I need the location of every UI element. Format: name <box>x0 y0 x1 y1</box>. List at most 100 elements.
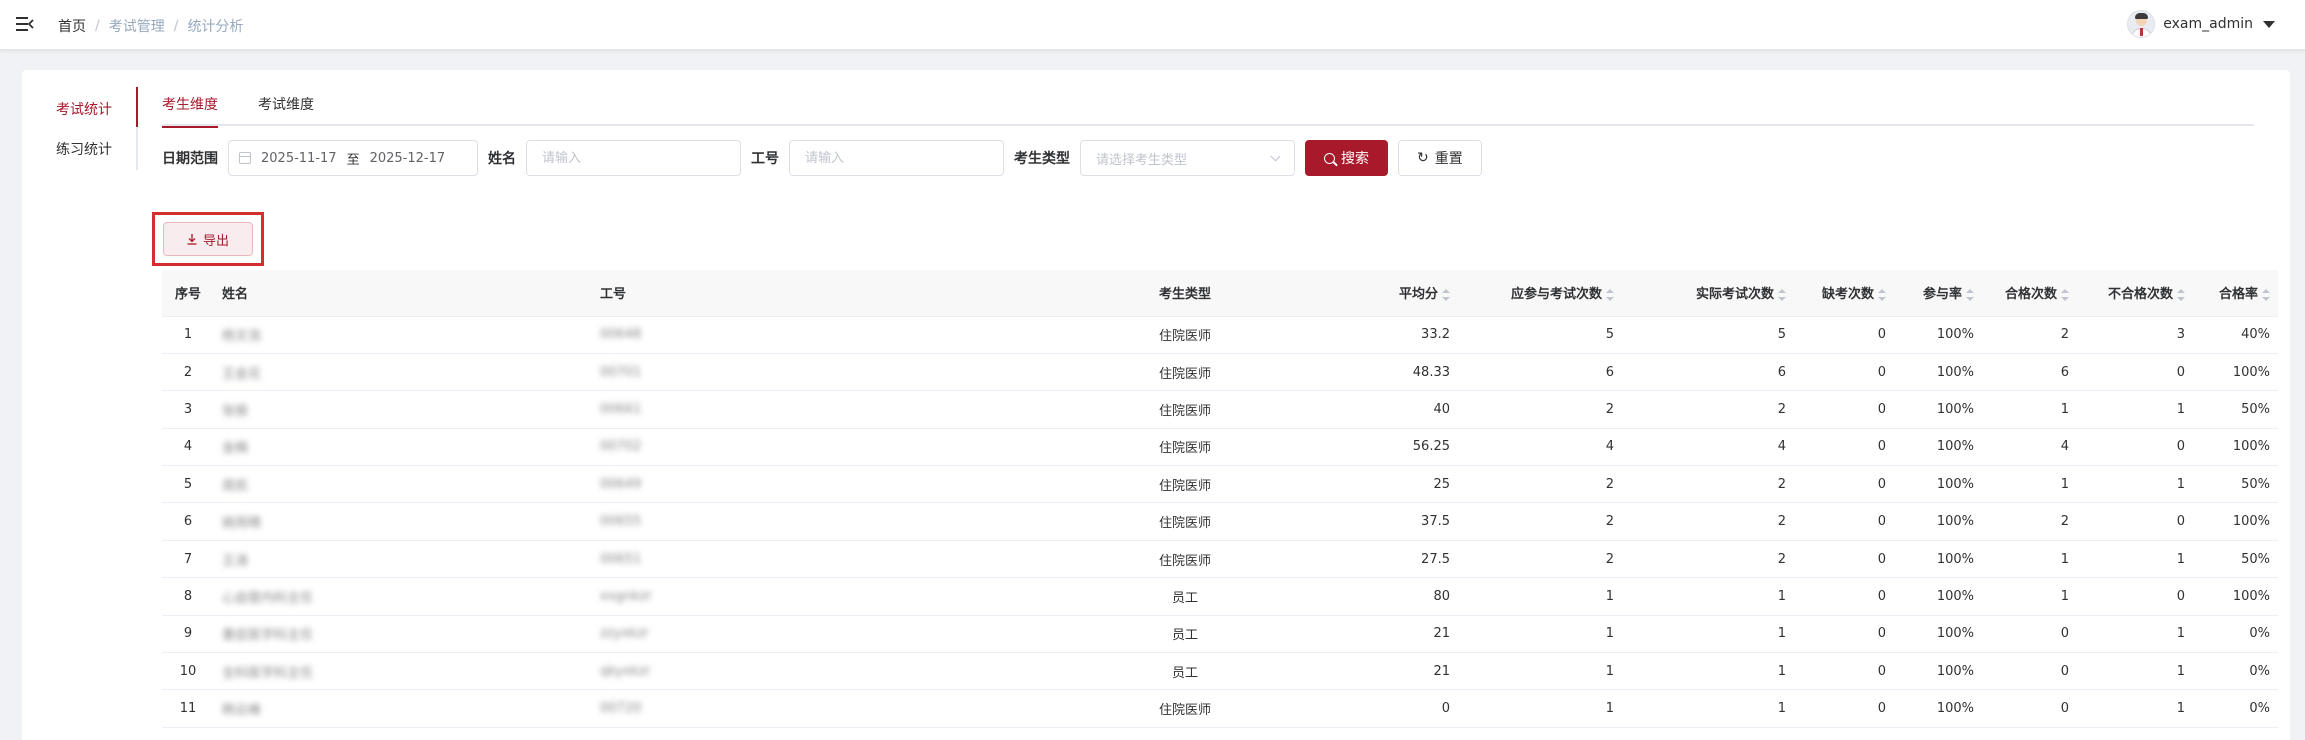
table-row[interactable]: 9 重症医学科主任 zzyxkzr 员工 21 1 1 0 100% 0 1 0% <box>162 615 2278 654</box>
cell-pass-rate: 50% <box>2193 465 2278 504</box>
reset-button[interactable]: ↻ 重置 <box>1398 140 1482 176</box>
cell-index: 1 <box>162 316 214 354</box>
cell-pass-count: 0 <box>1982 689 2077 728</box>
cell-actual-exams: 2 <box>1622 390 1794 429</box>
cell-average-score: 40 <box>1320 390 1458 429</box>
cell-name: 王涛 <box>214 540 592 579</box>
table-header-row: 序号 姓名 工号 考生类型 平均分 应参与考试次数 实际考试次数 缺考次数 参与… <box>162 270 2278 317</box>
date-range-label: 日期范围 <box>162 151 218 167</box>
user-menu[interactable]: exam_admin <box>2127 10 2275 38</box>
col-expected-exams[interactable]: 应参与考试次数 <box>1458 270 1622 317</box>
col-pass-count[interactable]: 合格次数 <box>1982 270 2077 317</box>
cell-index: 4 <box>162 428 214 467</box>
breadcrumb-statistics: 统计分析 <box>187 19 244 35</box>
sort-icon[interactable] <box>2177 288 2185 301</box>
name-input[interactable] <box>526 140 741 176</box>
search-button-label: 搜索 <box>1341 151 1369 167</box>
filter-bar: 日期范围 2025-11-17 至 2025-12-17 姓名 工号 考生类型 … <box>162 140 1482 176</box>
examinee-type-label: 考生类型 <box>1014 151 1070 167</box>
table-row[interactable]: 1 杨文浩 00648 住院医师 33.2 5 5 0 100% 2 3 40% <box>162 316 2278 354</box>
reset-button-label: 重置 <box>1434 151 1463 167</box>
username[interactable]: exam_admin <box>2163 16 2253 32</box>
cell-pass-count: 1 <box>1982 465 2077 504</box>
breadcrumb-home[interactable]: 首页 <box>58 16 86 36</box>
col-fail-count[interactable]: 不合格次数 <box>2077 270 2193 317</box>
cell-participation-rate: 100% <box>1894 502 1982 541</box>
cell-participation-rate: 100% <box>1894 316 1982 354</box>
cell-participation-rate: 100% <box>1894 577 1982 616</box>
cell-average-score: 80 <box>1320 577 1458 616</box>
tab-exam-dimension[interactable]: 考试维度 <box>258 90 314 126</box>
cell-expected-exams: 2 <box>1458 502 1622 541</box>
main-card: 考试统计 练习统计 考生维度 考试维度 日期范围 2025-11-17 至 20… <box>22 70 2290 740</box>
cell-pass-count: 1 <box>1982 577 2077 616</box>
cell-expected-exams: 2 <box>1458 465 1622 504</box>
cell-job-number: 00651 <box>592 540 1050 579</box>
tab-examinee-dimension[interactable]: 考生维度 <box>162 90 218 128</box>
col-absent[interactable]: 缺考次数 <box>1794 270 1894 317</box>
table-row[interactable]: 6 姚雨晴 00655 住院医师 37.5 2 2 0 100% 2 0 100% <box>162 502 2278 541</box>
table-row[interactable]: 8 心血管内科主任 xxgnkzr 员工 80 1 1 0 100% 1 0 100% <box>162 577 2278 616</box>
cell-index: 2 <box>162 353 214 392</box>
table-row[interactable]: 5 周凯 00649 住院医师 25 2 2 0 100% 1 1 50% <box>162 465 2278 504</box>
table-row[interactable]: 11 韩云峰 00720 住院医师 0 1 1 0 100% 0 1 0% <box>162 689 2278 728</box>
avatar[interactable] <box>2127 10 2156 38</box>
table-row[interactable]: 4 金楠 00702 住院医师 56.25 4 4 0 100% 4 0 100% <box>162 428 2278 467</box>
side-tab-practice-stats[interactable]: 练习统计 <box>44 130 138 170</box>
cell-examinee-type: 住院医师 <box>1050 390 1320 429</box>
hamburger-icon[interactable] <box>16 16 34 32</box>
cell-pass-rate: 100% <box>2193 353 2278 392</box>
date-end[interactable]: 2025-12-17 <box>370 151 446 166</box>
chevron-down-icon <box>1270 151 1281 161</box>
export-button[interactable]: 导出 <box>163 222 253 256</box>
breadcrumb-exam-management[interactable]: 考试管理 <box>109 16 165 36</box>
col-pass-rate[interactable]: 合格率 <box>2193 270 2278 317</box>
cell-fail-count: 1 <box>2077 689 2193 728</box>
cell-job-number: 00701 <box>592 353 1050 392</box>
cell-job-number: 00720 <box>592 689 1050 728</box>
job-number-input[interactable] <box>789 140 1004 176</box>
cell-actual-exams: 1 <box>1622 652 1794 691</box>
sort-icon[interactable] <box>1878 288 1886 301</box>
breadcrumb: 首页 / 考试管理 / 统计分析 <box>58 16 243 36</box>
col-average-score[interactable]: 平均分 <box>1320 270 1458 317</box>
cell-participation-rate: 100% <box>1894 428 1982 467</box>
table-row[interactable]: 2 王金花 00701 住院医师 48.33 6 6 0 100% 6 0 100% <box>162 353 2278 392</box>
sort-icon[interactable] <box>2262 288 2270 301</box>
sort-icon[interactable] <box>2061 288 2069 301</box>
cell-absent: 0 <box>1794 316 1894 354</box>
cell-expected-exams: 1 <box>1458 615 1622 654</box>
cell-index: 7 <box>162 540 214 579</box>
cell-examinee-type: 住院医师 <box>1050 428 1320 467</box>
cell-participation-rate: 100% <box>1894 353 1982 392</box>
cell-actual-exams: 5 <box>1622 316 1794 354</box>
export-button-label: 导出 <box>202 233 229 249</box>
search-button[interactable]: 搜索 <box>1305 140 1388 176</box>
cell-name: 金楠 <box>214 428 592 467</box>
table-row[interactable]: 7 王涛 00651 住院医师 27.5 2 2 0 100% 1 1 50% <box>162 540 2278 579</box>
table-row[interactable]: 10 全科医学科主任 qkyxkzr 员工 21 1 1 0 100% 0 1 0% <box>162 652 2278 691</box>
date-start[interactable]: 2025-11-17 <box>261 151 337 166</box>
sort-icon[interactable] <box>1966 288 1974 301</box>
side-tab-exam-stats[interactable]: 考试统计 <box>44 90 138 130</box>
cell-job-number: qkyxkzr <box>592 652 1050 691</box>
col-participation-rate[interactable]: 参与率 <box>1894 270 1982 317</box>
cell-examinee-type: 员工 <box>1050 652 1320 691</box>
col-actual-exams[interactable]: 实际考试次数 <box>1622 270 1794 317</box>
caret-down-icon[interactable] <box>2263 20 2275 28</box>
cell-expected-exams: 1 <box>1458 577 1622 616</box>
table-row[interactable]: 3 张振 00661 住院医师 40 2 2 0 100% 1 1 50% <box>162 390 2278 429</box>
col-index: 序号 <box>162 270 214 317</box>
date-range-picker[interactable]: 2025-11-17 至 2025-12-17 <box>228 140 478 176</box>
cell-name: 全科医学科主任 <box>214 652 592 691</box>
cell-name: 韩云峰 <box>214 689 592 728</box>
cell-job-number: 00702 <box>592 428 1050 467</box>
job-number-label: 工号 <box>751 151 779 167</box>
examinee-type-select[interactable]: 请选择考生类型 <box>1080 140 1295 176</box>
sort-icon[interactable] <box>1606 288 1614 301</box>
cell-fail-count: 1 <box>2077 652 2193 691</box>
cell-name: 张振 <box>214 390 592 429</box>
sort-icon[interactable] <box>1442 288 1450 301</box>
sort-icon[interactable] <box>1778 288 1786 301</box>
cell-pass-count: 2 <box>1982 502 2077 541</box>
